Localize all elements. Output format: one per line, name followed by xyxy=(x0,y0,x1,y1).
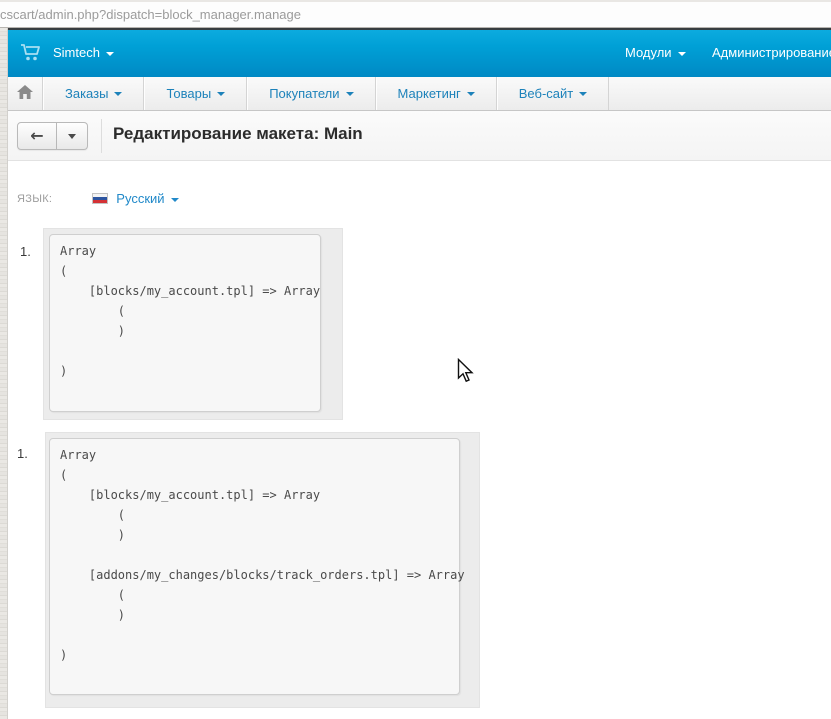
home-icon xyxy=(17,85,33,102)
nav-item-products[interactable]: Товары xyxy=(144,77,247,110)
page-title-bar: ← Редактирование макета: Main xyxy=(8,111,831,161)
chevron-down-icon xyxy=(467,92,475,96)
content-area: ЯЗЫК: Русский 1. Array ( [blocks/my_acco… xyxy=(8,161,831,718)
list-number: 1. xyxy=(20,244,31,259)
chevron-down-icon xyxy=(68,134,76,139)
language-selector[interactable]: Русский xyxy=(116,191,178,206)
brand-menu[interactable]: Simtech xyxy=(53,45,114,60)
admin-page: Simtech Модули Администрирование Заказы xyxy=(8,28,831,719)
chevron-down-icon xyxy=(106,52,114,56)
list-number: 1. xyxy=(17,446,28,461)
russian-flag-icon xyxy=(92,193,108,204)
chevron-down-icon xyxy=(217,92,225,96)
administration-menu[interactable]: Администрирование xyxy=(712,45,831,60)
back-button-group: ← xyxy=(17,122,88,150)
main-navbar: Заказы Товары Покупатели Маркетинг Веб-с… xyxy=(8,77,831,111)
modules-menu[interactable]: Модули xyxy=(625,45,686,60)
page-title: Редактирование макета: Main xyxy=(113,124,363,144)
nav-item-customers[interactable]: Покупатели xyxy=(247,77,375,110)
chevron-down-icon xyxy=(579,92,587,96)
brand-label: Simtech xyxy=(53,45,100,60)
nav-item-label: Покупатели xyxy=(269,86,339,101)
nav-home-button[interactable] xyxy=(8,77,43,110)
browser-address-bar[interactable]: cscart/admin.php?dispatch=block_manager.… xyxy=(0,0,831,28)
desktop-edge-strip xyxy=(0,28,8,719)
administration-label: Администрирование xyxy=(712,45,831,60)
nav-item-label: Заказы xyxy=(65,86,108,101)
nav-item-label: Маркетинг xyxy=(398,86,461,101)
nav-item-orders[interactable]: Заказы xyxy=(43,77,144,110)
language-label: ЯЗЫК: xyxy=(17,193,52,205)
modules-label: Модули xyxy=(625,45,672,60)
php-array-dump: Array ( [blocks/my_account.tpl] => Array… xyxy=(49,234,321,412)
chevron-down-icon xyxy=(171,198,179,202)
divider xyxy=(101,119,102,153)
php-array-dump: Array ( [blocks/my_account.tpl] => Array… xyxy=(49,438,460,695)
back-arrow-icon: ← xyxy=(30,128,43,144)
nav-item-label: Веб-сайт xyxy=(519,86,573,101)
nav-item-marketing[interactable]: Маркетинг xyxy=(376,77,497,110)
cart-icon xyxy=(20,43,42,66)
language-value: Русский xyxy=(116,191,164,206)
back-dropdown-button[interactable] xyxy=(57,122,88,150)
top-admin-bar: Simtech Модули Администрирование xyxy=(8,28,831,77)
back-button[interactable]: ← xyxy=(17,122,57,150)
language-row: ЯЗЫК: Русский xyxy=(17,191,179,206)
chevron-down-icon xyxy=(346,92,354,96)
nav-item-website[interactable]: Веб-сайт xyxy=(497,77,609,110)
mouse-cursor-icon xyxy=(456,358,475,389)
chevron-down-icon xyxy=(678,52,686,56)
page-shell: Simtech Модули Администрирование Заказы xyxy=(0,28,831,719)
dump-block-container: Array ( [blocks/my_account.tpl] => Array… xyxy=(45,432,480,708)
chevron-down-icon xyxy=(114,92,122,96)
nav-item-label: Товары xyxy=(166,86,211,101)
dump-block-container: Array ( [blocks/my_account.tpl] => Array… xyxy=(43,228,343,420)
